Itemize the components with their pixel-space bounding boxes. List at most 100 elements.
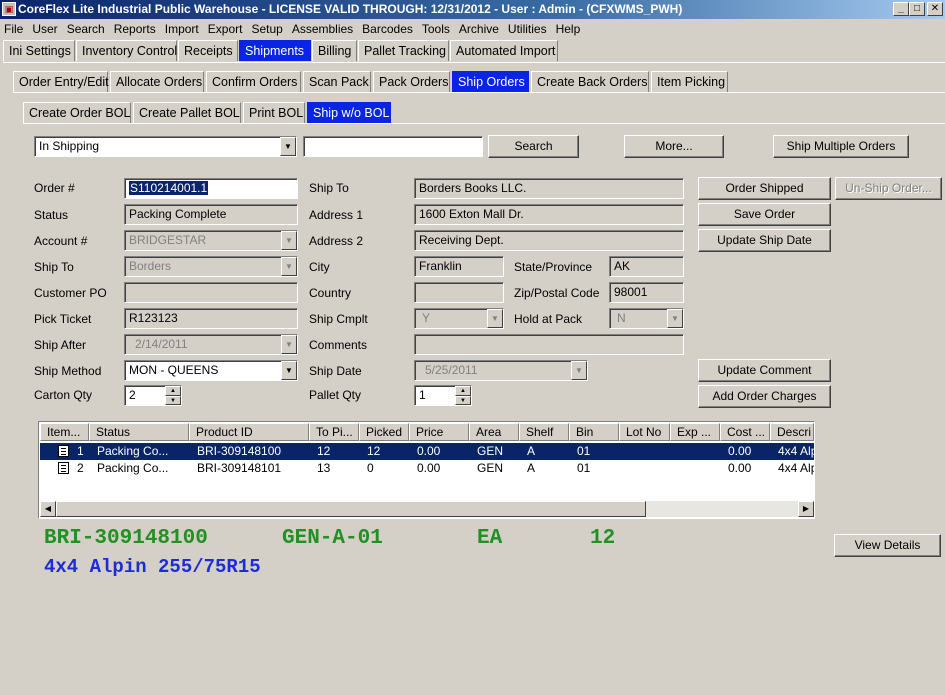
spin-up-icon[interactable]: ▲ xyxy=(165,386,181,396)
menu-search[interactable]: Search xyxy=(63,19,110,39)
menu-import[interactable]: Import xyxy=(161,19,204,39)
chevron-down-icon: ▼ xyxy=(571,361,587,380)
cell-bin: 01 xyxy=(577,461,591,475)
update-comment-button[interactable]: Update Comment xyxy=(698,359,831,382)
tab-ini-settings[interactable]: Ini Settings xyxy=(3,40,75,61)
chevron-down-icon: ▼ xyxy=(281,335,297,354)
col-header-exp[interactable]: Exp ... xyxy=(670,423,720,441)
col-header-price[interactable]: Price xyxy=(409,423,469,441)
menu-assemblies[interactable]: Assemblies xyxy=(288,19,358,39)
order-shipped-button[interactable]: Order Shipped xyxy=(698,177,831,200)
cell-product-id: BRI-309148100 xyxy=(197,444,282,458)
table-row[interactable]: 2 Packing Co... BRI-309148101 13 0 0.00 … xyxy=(40,460,814,477)
close-button[interactable]: ✕ xyxy=(927,2,943,16)
main-tab-bar: Ini Settings Inventory Control Receipts … xyxy=(0,40,945,62)
search-input[interactable] xyxy=(303,136,483,157)
col-header-status[interactable]: Status xyxy=(89,423,189,441)
ship-date-value: 5/25/2011 xyxy=(425,363,478,377)
status-filter-select[interactable]: In Shipping ▼ xyxy=(34,136,297,157)
spin-up-icon[interactable]: ▲ xyxy=(455,386,471,396)
menu-file[interactable]: File xyxy=(0,19,28,39)
tab-ship-orders[interactable]: Ship Orders xyxy=(452,71,529,92)
spin-down-icon[interactable]: ▼ xyxy=(455,395,471,405)
add-order-charges-button[interactable]: Add Order Charges xyxy=(698,385,831,408)
update-ship-date-button[interactable]: Update Ship Date xyxy=(698,229,831,252)
tab-allocate-orders[interactable]: Allocate Orders xyxy=(110,71,204,92)
col-header-item[interactable]: Item... xyxy=(40,423,89,441)
menu-archive[interactable]: Archive xyxy=(455,19,504,39)
unship-order-button[interactable]: Un-Ship Order... xyxy=(835,177,942,200)
menu-setup[interactable]: Setup xyxy=(247,19,287,39)
save-order-button[interactable]: Save Order xyxy=(698,203,831,226)
scroll-right-icon[interactable]: ▶ xyxy=(798,501,814,517)
tab-pallet-tracking[interactable]: Pallet Tracking xyxy=(358,40,449,61)
account-select: BRIDGESTAR ▼ xyxy=(124,230,298,251)
tab-item-picking[interactable]: Item Picking xyxy=(651,71,728,92)
ship-method-select[interactable]: MON - QUEENS ▼ xyxy=(124,360,298,381)
col-header-cost[interactable]: Cost ... xyxy=(720,423,770,441)
carton-qty-spin[interactable]: ▲ ▼ xyxy=(165,386,181,405)
col-header-area[interactable]: Area xyxy=(469,423,519,441)
tab-print-bol[interactable]: Print BOL xyxy=(243,102,305,123)
order-no-field[interactable]: S110214001.1 xyxy=(124,178,298,199)
col-header-picked[interactable]: Picked xyxy=(359,423,409,441)
cell-picked: 0 xyxy=(367,461,374,475)
carton-qty-stepper[interactable]: 2 ▲ ▼ xyxy=(124,385,182,406)
minimize-button[interactable]: _ xyxy=(893,2,909,16)
menu-utilities[interactable]: Utilities xyxy=(504,19,552,39)
tab-order-entry-edit[interactable]: Order Entry/Edit xyxy=(13,71,109,92)
ship-cmplt-value: Y xyxy=(422,311,431,325)
menu-help[interactable]: Help xyxy=(552,19,586,39)
tab-shipments[interactable]: Shipments xyxy=(239,40,311,61)
order-lines-grid[interactable]: Item... Status Product ID To Pi... Picke… xyxy=(38,421,815,519)
col-header-product-id[interactable]: Product ID xyxy=(189,423,309,441)
menu-user[interactable]: User xyxy=(28,19,62,39)
table-row[interactable]: 1 Packing Co... BRI-309148100 12 12 0.00… xyxy=(40,443,814,460)
horizontal-scrollbar[interactable]: ◀ ▶ xyxy=(40,501,814,517)
tab-automated-import[interactable]: Automated Import xyxy=(450,40,558,61)
tab-scan-pack[interactable]: Scan Pack xyxy=(303,71,371,92)
status-filter-value: In Shipping xyxy=(39,139,100,153)
address2-label: Address 2 xyxy=(309,234,364,248)
country-label: Country xyxy=(309,286,352,300)
maximize-button[interactable]: □ xyxy=(909,2,925,16)
sub-tab-divider xyxy=(13,92,945,93)
cell-product-id: BRI-309148101 xyxy=(197,461,282,475)
tab-create-order-bol[interactable]: Create Order BOL xyxy=(23,102,131,123)
col-header-description[interactable]: Descri xyxy=(770,423,814,441)
pallet-qty-label: Pallet Qty xyxy=(309,388,362,402)
menu-export[interactable]: Export xyxy=(204,19,248,39)
pallet-qty-stepper[interactable]: 1 ▲ ▼ xyxy=(414,385,472,406)
tab-create-back-orders[interactable]: Create Back Orders xyxy=(531,71,649,92)
cell-description: 4x4 Alp xyxy=(778,461,814,475)
menu-tools[interactable]: Tools xyxy=(418,19,455,39)
col-header-shelf[interactable]: Shelf xyxy=(519,423,569,441)
tab-create-pallet-bol[interactable]: Create Pallet BOL xyxy=(133,102,241,123)
pallet-qty-spin[interactable]: ▲ ▼ xyxy=(455,386,471,405)
tab-inventory-control[interactable]: Inventory Control xyxy=(76,40,177,61)
tab-pack-orders[interactable]: Pack Orders xyxy=(373,71,450,92)
scroll-left-icon[interactable]: ◀ xyxy=(40,501,56,517)
more-button[interactable]: More... xyxy=(624,135,724,158)
spin-down-icon[interactable]: ▼ xyxy=(165,395,181,405)
ship-method-label: Ship Method xyxy=(34,364,102,378)
col-header-to-pick[interactable]: To Pi... xyxy=(309,423,359,441)
cell-picked: 12 xyxy=(367,444,381,458)
app-icon[interactable]: ▣ xyxy=(2,2,16,16)
chevron-down-icon[interactable]: ▼ xyxy=(281,361,297,380)
menu-reports[interactable]: Reports xyxy=(110,19,161,39)
address2-field: Receiving Dept. xyxy=(414,230,684,251)
view-details-button[interactable]: View Details xyxy=(834,534,941,557)
col-header-bin[interactable]: Bin xyxy=(569,423,619,441)
search-button[interactable]: Search xyxy=(488,135,579,158)
tab-confirm-orders[interactable]: Confirm Orders xyxy=(206,71,301,92)
col-header-lot-no[interactable]: Lot No xyxy=(619,423,670,441)
tab-ship-wo-bol[interactable]: Ship w/o BOL xyxy=(307,102,391,123)
ship-multiple-orders-button[interactable]: Ship Multiple Orders xyxy=(773,135,909,158)
scrollbar-thumb[interactable] xyxy=(56,501,646,517)
menu-barcodes[interactable]: Barcodes xyxy=(358,19,418,39)
customer-po-field xyxy=(124,282,298,303)
tab-receipts[interactable]: Receipts xyxy=(178,40,238,61)
tab-billing[interactable]: Billing xyxy=(312,40,357,61)
chevron-down-icon[interactable]: ▼ xyxy=(280,137,296,156)
